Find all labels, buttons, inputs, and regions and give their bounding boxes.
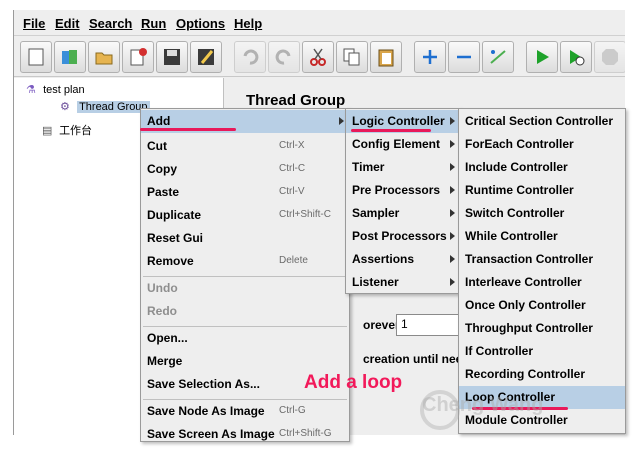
new-button[interactable]	[20, 41, 52, 73]
submenu-item-config-element[interactable]: Config Element	[346, 133, 460, 156]
menu-search[interactable]: Search	[89, 16, 132, 31]
watermark: Cheng Wang	[422, 394, 544, 416]
menu-file[interactable]: File	[23, 16, 45, 31]
loop-forever-label: orever	[363, 318, 400, 332]
copy-button[interactable]	[336, 41, 368, 73]
templates-button[interactable]	[54, 41, 86, 73]
logic-item-runtime[interactable]: Runtime Controller	[459, 179, 625, 202]
submenu-item-timer[interactable]: Timer	[346, 156, 460, 179]
toolbar	[14, 37, 625, 77]
paste-button[interactable]	[370, 41, 402, 73]
annotation-underline-logic	[351, 129, 431, 132]
new-icon	[28, 48, 44, 66]
expand-icon	[423, 50, 437, 64]
start-no-pauses-icon	[570, 50, 585, 66]
logic-item-critical-section[interactable]: Critical Section Controller	[459, 110, 625, 133]
menu-edit[interactable]: Edit	[55, 16, 80, 31]
close-button[interactable]	[122, 41, 154, 73]
submenu-item-pre-processors[interactable]: Pre Processors	[346, 179, 460, 202]
add-submenu: Logic Controller Config Element Timer Pr…	[345, 108, 461, 294]
menu-item-open[interactable]: Open...	[141, 327, 349, 350]
logic-item-if[interactable]: If Controller	[459, 340, 625, 363]
menu-bar: File Edit Search Run Options Help	[14, 10, 625, 36]
flask-icon: ⚗	[26, 84, 36, 96]
paste-icon	[378, 49, 394, 67]
start-button[interactable]	[526, 41, 558, 73]
save-as-button[interactable]	[190, 41, 222, 73]
submenu-item-listener[interactable]: Listener	[346, 271, 460, 294]
close-icon	[130, 48, 147, 66]
save-as-icon	[198, 49, 214, 65]
templates-icon	[62, 50, 77, 64]
logic-item-foreach[interactable]: ForEach Controller	[459, 133, 625, 156]
tree-node-workbench[interactable]: ▤ 工作台	[42, 122, 92, 138]
tree-node-test-plan[interactable]: ⚗ test plan	[26, 83, 85, 96]
menu-item-save-node-image[interactable]: Save Node As Image Ctrl-G	[141, 400, 349, 423]
start-icon	[537, 50, 549, 64]
menu-item-save-screen-image[interactable]: Save Screen As Image Ctrl+Shift-G	[141, 423, 349, 446]
annotation-underline-add	[140, 128, 236, 131]
stop-icon	[602, 49, 618, 65]
menu-item-duplicate[interactable]: Duplicate Ctrl+Shift-C	[141, 204, 349, 227]
logic-item-switch[interactable]: Switch Controller	[459, 202, 625, 225]
logic-item-while[interactable]: While Controller	[459, 225, 625, 248]
panel-title: Thread Group	[246, 92, 346, 109]
menu-item-undo[interactable]: Undo	[141, 277, 349, 300]
logic-item-interleave[interactable]: Interleave Controller	[459, 271, 625, 294]
menu-run[interactable]: Run	[141, 16, 166, 31]
submenu-item-sampler[interactable]: Sampler	[346, 202, 460, 225]
toggle-icon	[490, 50, 506, 64]
logic-item-once-only[interactable]: Once Only Controller	[459, 294, 625, 317]
workbench-icon: ▤	[42, 125, 53, 137]
menu-item-cut[interactable]: Cut Ctrl-X	[141, 135, 349, 158]
collapse-icon	[457, 55, 471, 59]
stop-button[interactable]	[594, 41, 625, 73]
tree-node-thread-group[interactable]: ⚙ Thread Group	[60, 100, 150, 113]
menu-options[interactable]: Options	[176, 16, 225, 31]
annotation-text: Add a loop	[304, 372, 403, 393]
menu-item-redo[interactable]: Redo	[141, 300, 349, 323]
menu-item-merge[interactable]: Merge	[141, 350, 349, 373]
menu-item-remove[interactable]: Remove Delete	[141, 250, 349, 273]
logic-controller-submenu: Critical Section Controller ForEach Cont…	[458, 108, 626, 434]
menu-item-copy[interactable]: Copy Ctrl-C	[141, 158, 349, 181]
logic-item-recording[interactable]: Recording Controller	[459, 363, 625, 386]
menu-item-reset-gui[interactable]: Reset Gui	[141, 227, 349, 250]
collapse-button[interactable]	[448, 41, 480, 73]
open-button[interactable]	[88, 41, 120, 73]
cut-icon	[310, 48, 326, 66]
redo-icon	[275, 49, 291, 65]
menu-item-paste[interactable]: Paste Ctrl-V	[141, 181, 349, 204]
undo-button[interactable]	[234, 41, 266, 73]
save-icon	[164, 49, 180, 65]
toggle-button[interactable]	[482, 41, 514, 73]
redo-button[interactable]	[268, 41, 300, 73]
submenu-item-post-processors[interactable]: Post Processors	[346, 225, 460, 248]
loop-count-input[interactable]: 1	[396, 314, 466, 336]
cut-button[interactable]	[302, 41, 334, 73]
logic-item-include[interactable]: Include Controller	[459, 156, 625, 179]
menu-help[interactable]: Help	[234, 16, 262, 31]
thread-group-icon: ⚙	[60, 101, 70, 113]
start-no-pauses-button[interactable]	[560, 41, 592, 73]
open-icon	[95, 52, 113, 65]
save-button[interactable]	[156, 41, 188, 73]
expand-button[interactable]	[414, 41, 446, 73]
undo-icon	[243, 49, 259, 65]
logic-item-throughput[interactable]: Throughput Controller	[459, 317, 625, 340]
copy-icon	[343, 48, 360, 66]
submenu-item-assertions[interactable]: Assertions	[346, 248, 460, 271]
logic-item-transaction[interactable]: Transaction Controller	[459, 248, 625, 271]
